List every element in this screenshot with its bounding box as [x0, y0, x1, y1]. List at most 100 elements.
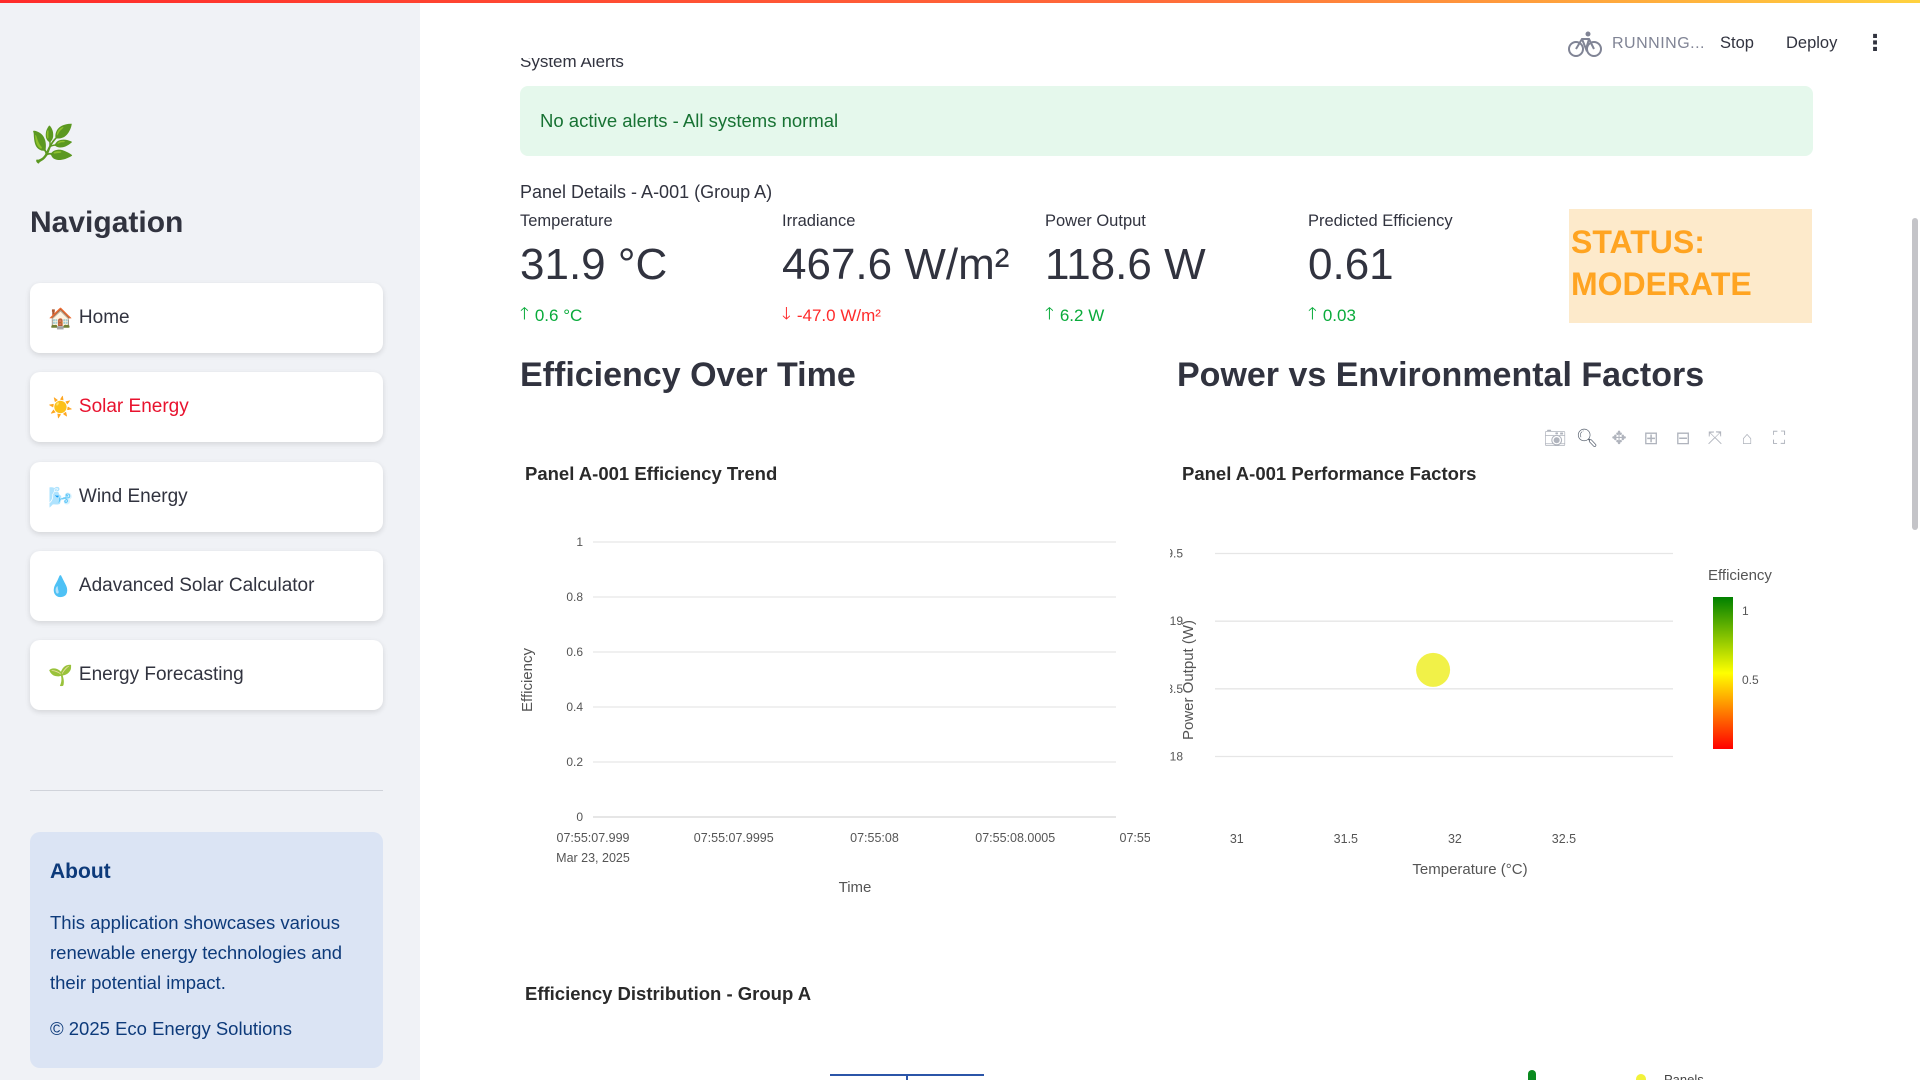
main-scrollbar[interactable] — [1912, 218, 1918, 530]
metric-delta-value: 0.6 °C — [534, 305, 583, 325]
status-badge: STATUS: MODERATE — [1569, 209, 1812, 323]
status-line-1: STATUS: — [1571, 224, 1705, 260]
x-tick-label: 31.5 — [1334, 832, 1358, 846]
chart-title-efficiency-distribution: Efficiency Distribution - Group A — [525, 983, 812, 1004]
metric-delta-value: 0.03 — [1322, 305, 1356, 325]
colorbar-tick-label: 1 — [1742, 604, 1749, 618]
wind-icon: 🌬️ — [48, 486, 73, 509]
scatter-point — [1416, 652, 1451, 687]
metric-label: Power Output — [1045, 212, 1146, 230]
y-tick-label: 0.2 — [566, 755, 583, 769]
metric-delta-value: 6.2 W — [1059, 305, 1105, 325]
running-label: RUNNING... — [1612, 35, 1705, 52]
metric-value: 0.61 — [1308, 240, 1394, 289]
about-title: About — [50, 860, 111, 883]
x-tick-label: 07:55:07.999 — [557, 831, 630, 845]
top-decoration-bar — [0, 0, 1920, 3]
section-title-efficiency: Efficiency Over Time — [520, 356, 856, 394]
about-box: About This application showcases various… — [30, 832, 383, 1068]
sidebar: 🌿 Navigation 🏠 Home ☀️ Solar Energy 🌬️ W… — [0, 0, 420, 1080]
metric-delta-value: -47.0 W/m² — [796, 305, 881, 325]
y-tick-label: 0.8 — [566, 590, 583, 604]
metric-label: Irradiance — [782, 212, 856, 230]
metric-label: Temperature — [520, 212, 613, 230]
x-tick-label: 07:55:08.0005 — [975, 831, 1055, 845]
metric-delta: 🡑 0.03 — [1308, 301, 1453, 330]
metric-delta: 🡓 -47.0 W/m² — [782, 301, 1009, 330]
autoscale-icon[interactable]: ⤧ — [1703, 428, 1727, 449]
colorbar-tick-label: 0.5 — [1742, 673, 1759, 687]
nav-button-home[interactable]: 🏠 Home — [30, 283, 383, 353]
arrow-up-icon: 🡑 — [520, 304, 529, 323]
performance-factors-chart[interactable]: 118118.5119119.53131.53232.5Temperature … — [1170, 540, 1810, 920]
y-tick-label: 0 — [576, 810, 583, 824]
zoom-icon[interactable]: 🔍︎ — [1575, 428, 1599, 449]
sun-icon: ☀️ — [48, 396, 73, 419]
x-tick-sublabel: Mar 23, 2025 — [556, 851, 630, 865]
y-tick-label: 1 — [576, 535, 583, 549]
chart-title-performance-factors: Panel A-001 Performance Factors — [1182, 463, 1477, 484]
camera-icon[interactable]: 📷︎ — [1543, 428, 1567, 449]
metric-value: 467.6 W/m² — [782, 240, 1010, 289]
pan-icon[interactable]: ✥ — [1607, 428, 1631, 449]
y-tick-label: 119.5 — [1170, 547, 1183, 561]
arrow-up-icon: 🡑 — [1045, 304, 1054, 323]
arrow-down-icon: 🡓 — [782, 304, 791, 323]
bicycle-icon — [1568, 31, 1602, 57]
distribution-box-median — [906, 1076, 908, 1080]
system-alerts-heading: System Alerts — [520, 58, 624, 71]
y-tick-label: 0.6 — [566, 645, 583, 659]
distribution-point — [1528, 1070, 1536, 1080]
y-axis-label: Power Output (W) — [1180, 620, 1197, 740]
main-menu-icon[interactable]: ⋮ — [1864, 32, 1886, 54]
deploy-button[interactable]: Deploy — [1786, 34, 1837, 53]
x-tick-label: 31 — [1230, 832, 1244, 846]
fullscreen-icon[interactable]: ⛶ — [1767, 428, 1791, 449]
copyright-text: © 2025 Eco Energy Solutions — [50, 1018, 292, 1039]
metric-value: 118.6 W — [1045, 240, 1206, 289]
colorbar — [1713, 597, 1733, 749]
metric-label: Predicted Efficiency — [1308, 212, 1453, 230]
about-text: This application showcases various renew… — [50, 912, 343, 993]
x-tick-label: 07:55:08 — [850, 831, 899, 845]
nav-button-solar-energy[interactable]: ☀️ Solar Energy — [30, 372, 383, 442]
x-tick-label: 07:55:07.9995 — [694, 831, 774, 845]
sidebar-divider — [30, 790, 383, 791]
nav-button-wind-energy[interactable]: 🌬️ Wind Energy — [30, 462, 383, 532]
legend-marker — [1636, 1074, 1646, 1080]
nav-button-label: Home — [78, 307, 130, 328]
y-tick-label: 118 — [1170, 749, 1183, 763]
x-axis-label: Time — [839, 879, 872, 896]
droplet-icon: 💧 — [48, 575, 73, 598]
nav-button-label: Energy Forecasting — [78, 664, 244, 685]
seedling-icon: 🌱 — [48, 664, 73, 687]
chart-toolbar: 📷︎ 🔍︎ ✥ ⊞ ⊟ ⤧ ⌂ ⛶ — [1543, 428, 1791, 449]
metric-temperature: Temperature 31.9 °C 🡑 0.6 °C — [520, 212, 667, 330]
legend-label-panels: Panels — [1664, 1072, 1704, 1080]
x-tick-label: 07:55:08.001 — [1120, 831, 1151, 845]
section-title-power: Power vs Environmental Factors — [1177, 356, 1705, 394]
efficiency-trend-chart[interactable]: 0 0.2 0.4 0.6 0.8 1 07:55:07.999 07:55:07.9995 0… — [510, 520, 1150, 900]
colorbar-title: Efficiency — [1708, 567, 1772, 584]
nav-button-energy-forecasting[interactable]: 🌱 Energy Forecasting — [30, 640, 383, 710]
stop-button[interactable]: Stop — [1720, 34, 1754, 53]
x-tick-label: 32.5 — [1552, 832, 1576, 846]
nav-button-solar-calculator[interactable]: 💧 Adavanced Solar Calculator — [30, 551, 383, 621]
y-tick-label: 0.4 — [566, 700, 583, 714]
metric-delta: 🡑 6.2 W — [1045, 301, 1206, 330]
metric-delta: 🡑 0.6 °C — [520, 301, 667, 330]
running-status: RUNNING... — [1568, 30, 1705, 58]
leaf-logo-icon: 🌿 — [30, 123, 75, 164]
zoom-in-icon[interactable]: ⊞ — [1639, 428, 1663, 449]
house-icon: 🏠 — [48, 307, 73, 330]
x-axis-label: Temperature (°C) — [1412, 861, 1527, 878]
x-tick-label: 32 — [1448, 832, 1462, 846]
zoom-out-icon[interactable]: ⊟ — [1671, 428, 1695, 449]
reset-axes-icon[interactable]: ⌂ — [1735, 428, 1759, 449]
chart-title-efficiency-trend: Panel A-001 Efficiency Trend — [525, 463, 778, 484]
nav-button-label: Adavanced Solar Calculator — [78, 575, 315, 596]
metric-irradiance: Irradiance 467.6 W/m² 🡓 -47.0 W/m² — [782, 212, 1009, 330]
navigation-title: Navigation — [30, 206, 184, 239]
status-line-2: MODERATE — [1571, 266, 1752, 302]
success-alert: No active alerts - All systems normal — [520, 86, 1813, 156]
